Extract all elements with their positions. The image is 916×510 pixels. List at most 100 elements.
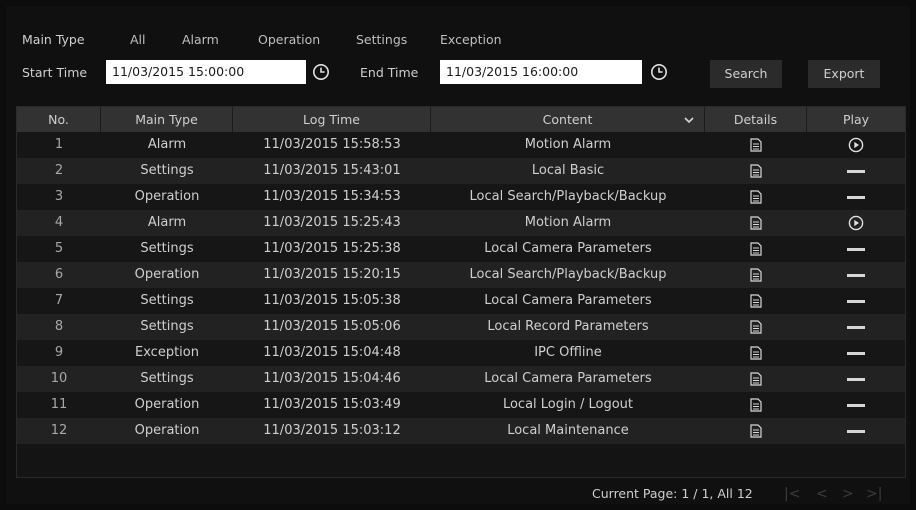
cell-details	[705, 340, 807, 366]
chevron-down-icon[interactable]	[684, 117, 694, 123]
cell-content: Local Camera Parameters	[484, 371, 652, 386]
cell-play	[807, 132, 905, 158]
table-row[interactable]: 9 Exception 11/03/2015 15:04:48 IPC Offline	[17, 340, 905, 366]
cell-no: 10	[50, 371, 68, 386]
cell-main-type: Settings	[140, 163, 194, 178]
header-no: No.	[17, 107, 101, 132]
cell-log-time: 11/03/2015 15:04:48	[263, 345, 401, 360]
cell-content: Local Basic	[531, 163, 605, 178]
table-row[interactable]: 4 Alarm 11/03/2015 15:25:43 Motion Alarm	[17, 210, 905, 236]
cell-log-time: 11/03/2015 15:20:15	[263, 267, 401, 282]
cell-no: 9	[54, 345, 64, 360]
document-icon[interactable]	[750, 190, 762, 204]
cell-play	[807, 366, 905, 392]
cell-log-time: 11/03/2015 15:34:53	[263, 189, 401, 204]
start-clock-icon[interactable]	[312, 63, 330, 81]
table-row[interactable]: 12 Operation 11/03/2015 15:03:12 Local Main…	[17, 418, 905, 444]
header-content[interactable]: Content	[431, 107, 705, 132]
table-header: No. Main Type Log Time Content Details P…	[17, 107, 905, 132]
header-play: Play	[842, 112, 870, 127]
play-icon[interactable]	[848, 137, 864, 153]
end-time-input[interactable]: 11/03/2015 16:00:00	[440, 60, 642, 84]
document-icon[interactable]	[750, 294, 762, 308]
cell-play	[807, 184, 905, 210]
dash-icon	[847, 378, 865, 381]
document-icon[interactable]	[750, 346, 762, 360]
dash-icon	[847, 326, 865, 329]
cell-main-type: Operation	[134, 189, 200, 204]
export-button[interactable]: Export	[808, 60, 880, 88]
dash-icon	[847, 430, 865, 433]
end-clock-icon[interactable]	[650, 63, 668, 81]
cell-main-type: Alarm	[147, 215, 187, 230]
filter-option-exception[interactable]: Exception	[440, 32, 502, 47]
cell-main-type: Operation	[134, 423, 200, 438]
table-row[interactable]: 3 Operation 11/03/2015 15:34:53 Local Searc…	[17, 184, 905, 210]
cell-play	[807, 288, 905, 314]
cell-no: 11	[50, 397, 68, 412]
table-row[interactable]: 2 Settings 11/03/2015 15:43:01 Local Basic	[17, 158, 905, 184]
last-page-button[interactable]: >|	[866, 486, 882, 502]
document-icon[interactable]	[750, 216, 762, 230]
cell-play	[807, 392, 905, 418]
cell-details	[705, 314, 807, 340]
next-page-button[interactable]: >	[842, 486, 854, 502]
cell-no: 1	[54, 137, 64, 152]
cell-log-time: 11/03/2015 15:43:01	[263, 163, 401, 178]
cell-content: Local Record Parameters	[487, 319, 649, 334]
filter-option-all[interactable]: All	[130, 32, 146, 47]
document-icon[interactable]	[750, 398, 762, 412]
cell-details	[705, 418, 807, 444]
cell-details	[705, 184, 807, 210]
document-icon[interactable]	[750, 424, 762, 438]
table-row[interactable]: 6 Operation 11/03/2015 15:20:15 Local Searc…	[17, 262, 905, 288]
cell-content: Local Camera Parameters	[484, 241, 652, 256]
cell-details	[705, 236, 807, 262]
cell-content: Local Camera Parameters	[484, 293, 652, 308]
first-page-button[interactable]: |<	[784, 486, 800, 502]
cell-main-type: Settings	[140, 319, 194, 334]
dash-icon	[847, 274, 865, 277]
cell-main-type: Exception	[135, 345, 199, 360]
cell-log-time: 11/03/2015 15:03:12	[263, 423, 401, 438]
cell-log-time: 11/03/2015 15:25:43	[263, 215, 401, 230]
cell-content: IPC Offline	[534, 345, 602, 360]
start-time-input[interactable]: 11/03/2015 15:00:00	[106, 60, 306, 84]
table-row[interactable]: 11 Operation 11/03/2015 15:03:49 Local Logi…	[17, 392, 905, 418]
search-button[interactable]: Search	[710, 60, 782, 88]
cell-main-type: Operation	[134, 397, 200, 412]
table-row[interactable]: 10 Settings 11/03/2015 15:04:46 Local Camer…	[17, 366, 905, 392]
cell-content: Motion Alarm	[524, 215, 612, 230]
document-icon[interactable]	[750, 164, 762, 178]
cell-main-type: Settings	[140, 241, 194, 256]
table-body: 1 Alarm 11/03/2015 15:58:53 Motion Alarm 2 Se…	[17, 132, 905, 444]
cell-content: Local Search/Playback/Backup	[469, 267, 667, 282]
document-icon[interactable]	[750, 372, 762, 386]
log-table: No. Main Type Log Time Content Details P…	[16, 106, 906, 478]
cell-details	[705, 210, 807, 236]
cell-details	[705, 288, 807, 314]
table-row[interactable]: 8 Settings 11/03/2015 15:05:06 Local Record…	[17, 314, 905, 340]
cell-log-time: 11/03/2015 15:04:46	[263, 371, 401, 386]
prev-page-button[interactable]: <	[816, 486, 828, 502]
filter-option-settings[interactable]: Settings	[356, 32, 407, 47]
cell-no: 12	[50, 423, 68, 438]
document-icon[interactable]	[750, 320, 762, 334]
document-icon[interactable]	[750, 268, 762, 282]
play-icon[interactable]	[848, 215, 864, 231]
cell-no: 2	[54, 163, 64, 178]
filter-option-operation[interactable]: Operation	[258, 32, 320, 47]
cell-log-time: 11/03/2015 15:03:49	[263, 397, 401, 412]
filter-option-alarm[interactable]: Alarm	[182, 32, 219, 47]
document-icon[interactable]	[750, 138, 762, 152]
cell-details	[705, 158, 807, 184]
dash-icon	[847, 404, 865, 407]
cell-details	[705, 392, 807, 418]
table-row[interactable]: 5 Settings 11/03/2015 15:25:38 Local Camera…	[17, 236, 905, 262]
cell-play	[807, 262, 905, 288]
cell-log-time: 11/03/2015 15:58:53	[263, 137, 401, 152]
table-row[interactable]: 1 Alarm 11/03/2015 15:58:53 Motion Alarm	[17, 132, 905, 158]
document-icon[interactable]	[750, 242, 762, 256]
table-row[interactable]: 7 Settings 11/03/2015 15:05:38 Local Camera…	[17, 288, 905, 314]
cell-main-type: Settings	[140, 293, 194, 308]
